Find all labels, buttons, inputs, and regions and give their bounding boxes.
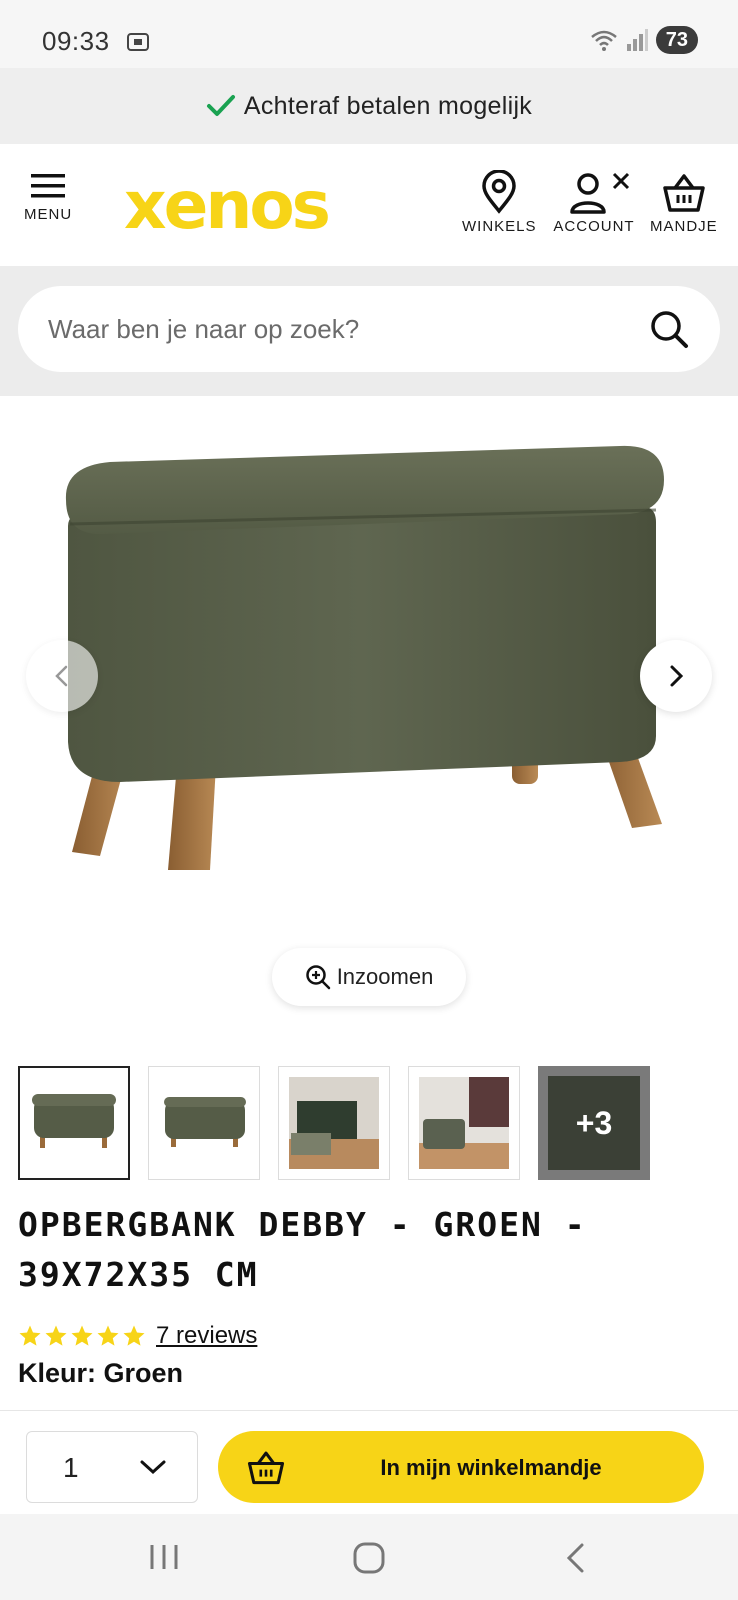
battery-level: 73 <box>655 26 698 54</box>
chevron-right-icon <box>670 665 684 687</box>
hamburger-icon <box>31 174 66 198</box>
status-time: 09:33 <box>42 26 110 56</box>
product-title: OPBERGBANK DEBBY - GROEN - 39X72X35 CM <box>18 1200 658 1300</box>
system-navigation-bar <box>0 1514 738 1600</box>
menu-button[interactable]: MENU <box>24 170 72 223</box>
chevron-down-icon <box>140 1460 166 1475</box>
thumbnail-1[interactable] <box>18 1066 130 1180</box>
thumbnail-image <box>164 1097 246 1147</box>
add-to-cart-label: In mijn winkelmandje <box>380 1455 602 1480</box>
product-title-line-1: OPBERGBANK DEBBY - GROEN - <box>18 1205 587 1244</box>
thumbnail-strip: +3 <box>18 1066 650 1180</box>
search-icon[interactable] <box>648 308 690 350</box>
location-pin-icon <box>482 170 517 214</box>
quantity-value: 1 <box>63 1452 79 1483</box>
screenshot-icon <box>127 33 149 51</box>
add-to-cart-button[interactable]: In mijn winkelmandje <box>218 1431 704 1503</box>
status-indicators: 73 <box>590 26 698 54</box>
thumbnail-3[interactable] <box>278 1066 390 1180</box>
account-icon <box>570 172 630 214</box>
buy-bar: 1 In mijn winkelmandje <box>0 1410 738 1514</box>
thumbnail-4[interactable] <box>408 1066 520 1180</box>
cart-label: MANDJE <box>650 218 718 235</box>
product-rating: 7 reviews <box>18 1322 257 1350</box>
search-box[interactable] <box>18 286 720 372</box>
wifi-icon <box>590 30 617 51</box>
product-gallery: Inzoomen <box>0 396 738 1036</box>
recent-apps-icon[interactable] <box>146 1542 182 1572</box>
account-button[interactable]: ACCOUNT <box>552 170 636 235</box>
promo-banner: Achteraf betalen mogelijk <box>0 68 738 144</box>
xenos-logo[interactable]: xenos <box>124 166 331 246</box>
thumbnail-image <box>289 1077 379 1169</box>
basket-icon <box>663 174 705 212</box>
reviews-link[interactable]: 7 reviews <box>156 1322 257 1350</box>
star-icon <box>123 1325 145 1346</box>
cart-button[interactable]: MANDJE <box>650 170 718 235</box>
search-input[interactable] <box>48 306 608 352</box>
zoom-in-icon <box>305 965 330 990</box>
zoom-label: Inzoomen <box>336 964 434 989</box>
check-icon <box>206 95 235 116</box>
next-image-button[interactable] <box>640 640 712 712</box>
site-header: MENU xenos WINKELS ACCOUNT MANDJE <box>0 144 738 266</box>
product-title-line-2: 39X72X35 CM <box>18 1255 259 1294</box>
thumbnail-more[interactable]: +3 <box>538 1066 650 1180</box>
account-label: ACCOUNT <box>553 218 635 235</box>
back-icon[interactable] <box>562 1542 590 1574</box>
star-icon <box>19 1325 41 1346</box>
previous-image-button[interactable] <box>26 640 98 712</box>
star-icon <box>71 1325 93 1346</box>
thumbnail-2[interactable] <box>148 1066 260 1180</box>
chevron-left-icon <box>55 665 68 687</box>
stores-label: WINKELS <box>462 218 537 235</box>
rating-stars <box>18 1324 146 1348</box>
zoom-button[interactable]: Inzoomen <box>272 948 466 1006</box>
quantity-select[interactable]: 1 <box>26 1431 198 1503</box>
promo-text: Achteraf betalen mogelijk <box>243 91 533 120</box>
product-image[interactable] <box>60 436 680 896</box>
stores-button[interactable]: WINKELS <box>462 170 537 235</box>
star-icon <box>45 1325 67 1346</box>
menu-label: MENU <box>24 206 73 223</box>
more-images-count: +3 <box>575 1104 613 1141</box>
star-icon <box>97 1325 119 1346</box>
basket-icon <box>247 1451 285 1485</box>
search-area <box>0 266 738 396</box>
status-bar: 09:33 73 <box>0 0 738 68</box>
thumbnail-image <box>32 1094 116 1148</box>
signal-icon <box>626 29 648 51</box>
thumbnail-image <box>419 1077 509 1169</box>
product-color: Kleur: Groen <box>18 1358 184 1388</box>
home-icon[interactable] <box>352 1542 386 1574</box>
